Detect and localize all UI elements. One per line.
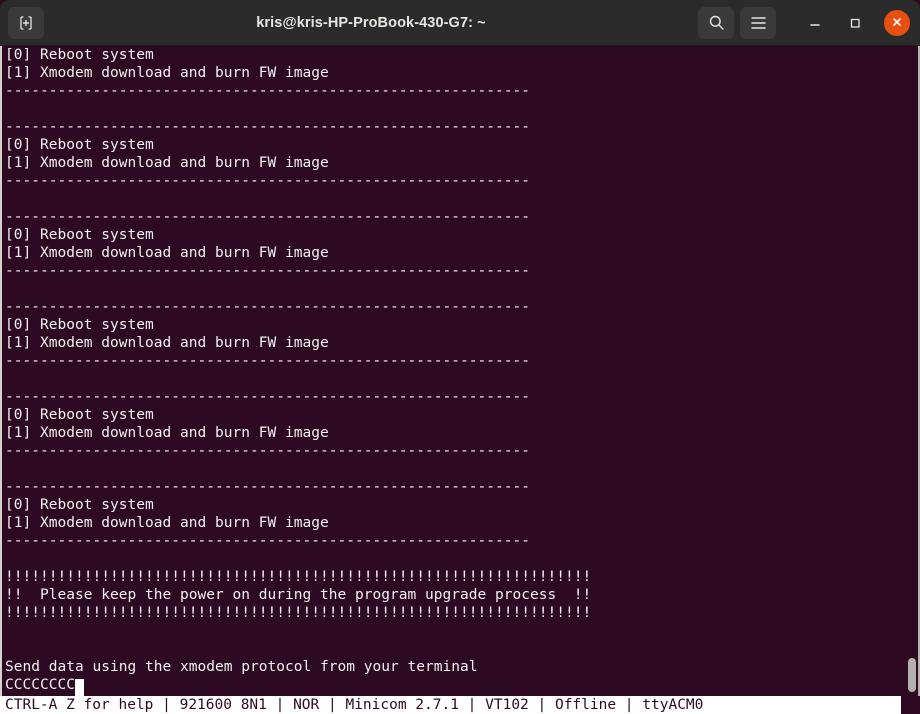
terminal-line: ----------------------------------------… <box>5 173 530 189</box>
terminal-line: [1] Xmodem download and burn FW image <box>5 515 329 531</box>
maximize-icon <box>848 16 862 30</box>
terminal-line: [1] Xmodem download and burn FW image <box>5 335 329 351</box>
terminal-line: ----------------------------------------… <box>5 353 530 369</box>
terminal-line: [0] Reboot system <box>5 227 154 243</box>
terminal-line: !! Please keep the power on during the p… <box>5 587 592 603</box>
terminal-line: ----------------------------------------… <box>5 209 530 225</box>
terminal-line: ----------------------------------------… <box>5 389 530 405</box>
terminal-line: ----------------------------------------… <box>5 443 530 459</box>
terminal-line: [1] Xmodem download and burn FW image <box>5 65 329 81</box>
hamburger-menu-icon <box>750 16 767 30</box>
terminal-cursor-line: CCCCCCCC <box>5 676 591 696</box>
maximize-button[interactable] <box>838 7 872 39</box>
terminal-line: [1] Xmodem download and burn FW image <box>5 155 329 171</box>
terminal-line: Send data using the xmodem protocol from… <box>5 659 478 675</box>
window-title: kris@kris-HP-ProBook-430-G7: ~ <box>256 14 486 31</box>
search-icon <box>708 14 725 31</box>
terminal-line: ----------------------------------------… <box>5 119 530 135</box>
terminal-line: [0] Reboot system <box>5 407 154 423</box>
minimize-button[interactable] <box>798 7 832 39</box>
close-icon <box>891 13 903 32</box>
minicom-status-bar: CTRL-A Z for help | 921600 8N1 | NOR | M… <box>0 696 901 714</box>
terminal-line: !!!!!!!!!!!!!!!!!!!!!!!!!!!!!!!!!!!!!!!!… <box>5 605 592 621</box>
terminal-window: kris@kris-HP-ProBook-430-G7: ~ [0] Reboo… <box>0 0 920 714</box>
text-cursor <box>75 679 84 696</box>
terminal-line: [1] Xmodem download and burn FW image <box>5 245 329 261</box>
terminal-line: ----------------------------------------… <box>5 479 530 495</box>
terminal-line: [0] Reboot system <box>5 137 154 153</box>
terminal-output-area[interactable]: [0] Reboot system [1] Xmodem download and… <box>0 46 920 696</box>
menu-button[interactable] <box>740 6 776 39</box>
terminal-scrollbar[interactable] <box>908 46 916 696</box>
search-button[interactable] <box>698 6 734 39</box>
new-tab-icon <box>18 15 34 31</box>
title-bar: kris@kris-HP-ProBook-430-G7: ~ <box>0 0 920 46</box>
terminal-line: ----------------------------------------… <box>5 299 530 315</box>
minimize-icon <box>808 16 822 30</box>
terminal-line: ----------------------------------------… <box>5 83 530 99</box>
terminal-line: ----------------------------------------… <box>5 263 530 279</box>
scrollbar-thumb[interactable] <box>908 658 916 692</box>
close-button[interactable] <box>884 9 910 36</box>
titlebar-controls <box>698 6 912 39</box>
xmodem-c-chars: CCCCCCCC <box>5 677 75 693</box>
terminal-line: [0] Reboot system <box>5 497 154 513</box>
terminal-text: [0] Reboot system [1] Xmodem download and… <box>5 46 592 696</box>
terminal-line: [0] Reboot system <box>5 317 154 333</box>
terminal-line: !!!!!!!!!!!!!!!!!!!!!!!!!!!!!!!!!!!!!!!!… <box>5 569 592 585</box>
terminal-line: ----------------------------------------… <box>5 533 530 549</box>
terminal-line: [1] Xmodem download and burn FW image <box>5 425 329 441</box>
status-bar-filler <box>901 696 920 714</box>
terminal-line: [0] Reboot system <box>5 47 154 63</box>
new-tab-button[interactable] <box>8 6 44 39</box>
window-left-edge <box>0 46 2 714</box>
